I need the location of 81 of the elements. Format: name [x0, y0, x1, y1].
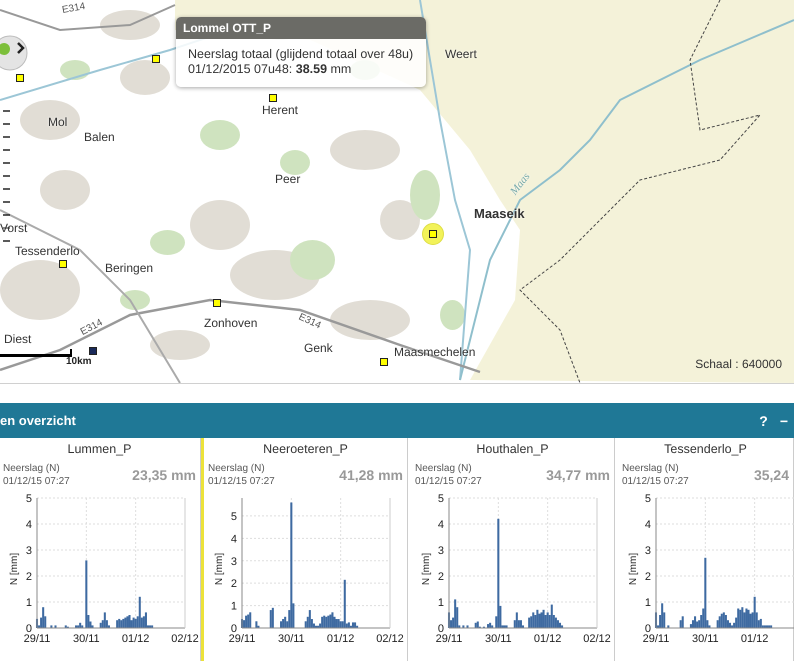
axis-tick-label: 30/11 — [72, 633, 100, 645]
axis-tick-label: 4 — [438, 519, 444, 531]
axis-tick-label: 29/11 — [436, 633, 462, 645]
station-name: Houthalen_P — [475, 442, 550, 456]
tooltip-text: Neerslag totaal (glijdend totaal over 48u) — [187, 47, 414, 62]
axis-tick-label: 30/11 — [692, 633, 719, 645]
place-label: Diest — [4, 332, 32, 346]
axis-tick-label: 02/12 — [376, 633, 404, 645]
place-label: Herent — [262, 103, 298, 117]
place-label: Vorst — [0, 221, 28, 235]
city-label: Maaseik — [474, 206, 525, 221]
axis-tick-label: 3 — [644, 545, 651, 557]
place-label: Maasmechelen — [394, 345, 476, 359]
axis-tick-label: 29/11 — [228, 633, 256, 645]
axis-tick-label: 4 — [644, 519, 651, 531]
axis-tick-label: 5 — [644, 493, 651, 505]
axis-tick-label: 5 — [438, 493, 444, 505]
axis-tick-label: 2 — [644, 571, 651, 583]
place-label: Genk — [304, 341, 333, 355]
timestamp: 01/12/15 07:27 — [622, 475, 689, 488]
axis-tick-label: 0 — [230, 623, 237, 635]
axis-title: N [mm] — [214, 552, 225, 586]
total-value: 41,28 mm — [339, 467, 403, 483]
timestamp: 01/12/15 07:27 — [415, 475, 482, 488]
parameter-label: Neerslag (N) — [3, 462, 61, 475]
axis-tick-label: 0 — [438, 623, 444, 635]
axis-title: N [mm] — [9, 552, 20, 586]
axis-tick-label: 02/12 — [171, 633, 199, 645]
timestamp: 01/12/15 07:27 — [3, 475, 70, 488]
tooltip-text: 01/12/2015 07u48: 38.59 mm — [187, 62, 352, 77]
place-label: Mol — [48, 115, 68, 129]
place-label: Tessenderlo — [15, 244, 80, 258]
axis-tick-label: 0 — [644, 623, 651, 635]
axis-tick-label: 30/11 — [278, 633, 305, 645]
axis-tick-label: 29/11 — [642, 633, 670, 645]
axis-tick-label: 5 — [26, 493, 32, 505]
axis-title: N [mm] — [421, 552, 432, 586]
place-label: Zonhoven — [204, 316, 258, 330]
axis-tick-label: 3 — [230, 556, 237, 568]
scale-bar-label: 10km — [66, 356, 92, 367]
tooltip-title: Lommel OTT_P — [176, 17, 426, 39]
axis-title: N [mm] — [628, 552, 639, 586]
axis-tick-label: 3 — [26, 545, 32, 557]
axis-tick-label: 4 — [26, 519, 32, 531]
axis-tick-label: 02/12 — [583, 633, 611, 645]
total-value: 35,24 — [754, 467, 789, 483]
parameter-label: Neerslag (N) — [415, 462, 473, 475]
total-value: 34,77 mm — [546, 467, 610, 483]
axis-tick-label: 2 — [438, 571, 444, 583]
place-label: Balen — [84, 130, 115, 144]
axis-tick-label: 01/12 — [534, 633, 562, 645]
station-name: Tessenderlo_P — [663, 442, 748, 456]
axis-tick-label: 01/12 — [326, 633, 354, 645]
axis-tick-label: 4 — [230, 533, 237, 546]
parameter-label: Neerslag (N) — [622, 462, 680, 475]
axis-tick-label: 2 — [26, 571, 32, 583]
panel-title: en overzicht — [0, 413, 77, 428]
axis-tick-label: 01/12 — [122, 633, 150, 645]
axis-tick-label: 0 — [26, 623, 32, 635]
road-label: E314 — [296, 312, 323, 332]
place-label: Weert — [445, 47, 477, 61]
total-value: 23,35 mm — [132, 467, 196, 483]
timestamp: 01/12/15 07:27 — [208, 475, 275, 488]
axis-tick-label: 1 — [644, 597, 651, 609]
road-label: E314 — [61, 1, 86, 16]
axis-tick-label: 2 — [230, 578, 237, 590]
place-label: Peer — [275, 172, 300, 186]
axis-tick-label: 1 — [230, 600, 237, 613]
axis-tick-label: 30/11 — [484, 633, 512, 645]
station-name: Neeroeteren_P — [262, 442, 349, 456]
axis-tick-label: 1 — [438, 597, 444, 609]
axis-tick-label: 01/12 — [740, 633, 768, 645]
axis-tick-label: 3 — [438, 545, 444, 557]
scale-label: Schaal : 640000 — [695, 357, 782, 371]
station-name: Lummen_P — [66, 442, 132, 456]
road-label: E314 — [78, 317, 105, 338]
axis-tick-label: 5 — [230, 510, 237, 523]
axis-tick-label: 1 — [26, 597, 32, 609]
parameter-label: Neerslag (N) — [208, 462, 266, 475]
place-label: Beringen — [105, 261, 154, 275]
axis-tick-label: 29/11 — [24, 633, 50, 645]
